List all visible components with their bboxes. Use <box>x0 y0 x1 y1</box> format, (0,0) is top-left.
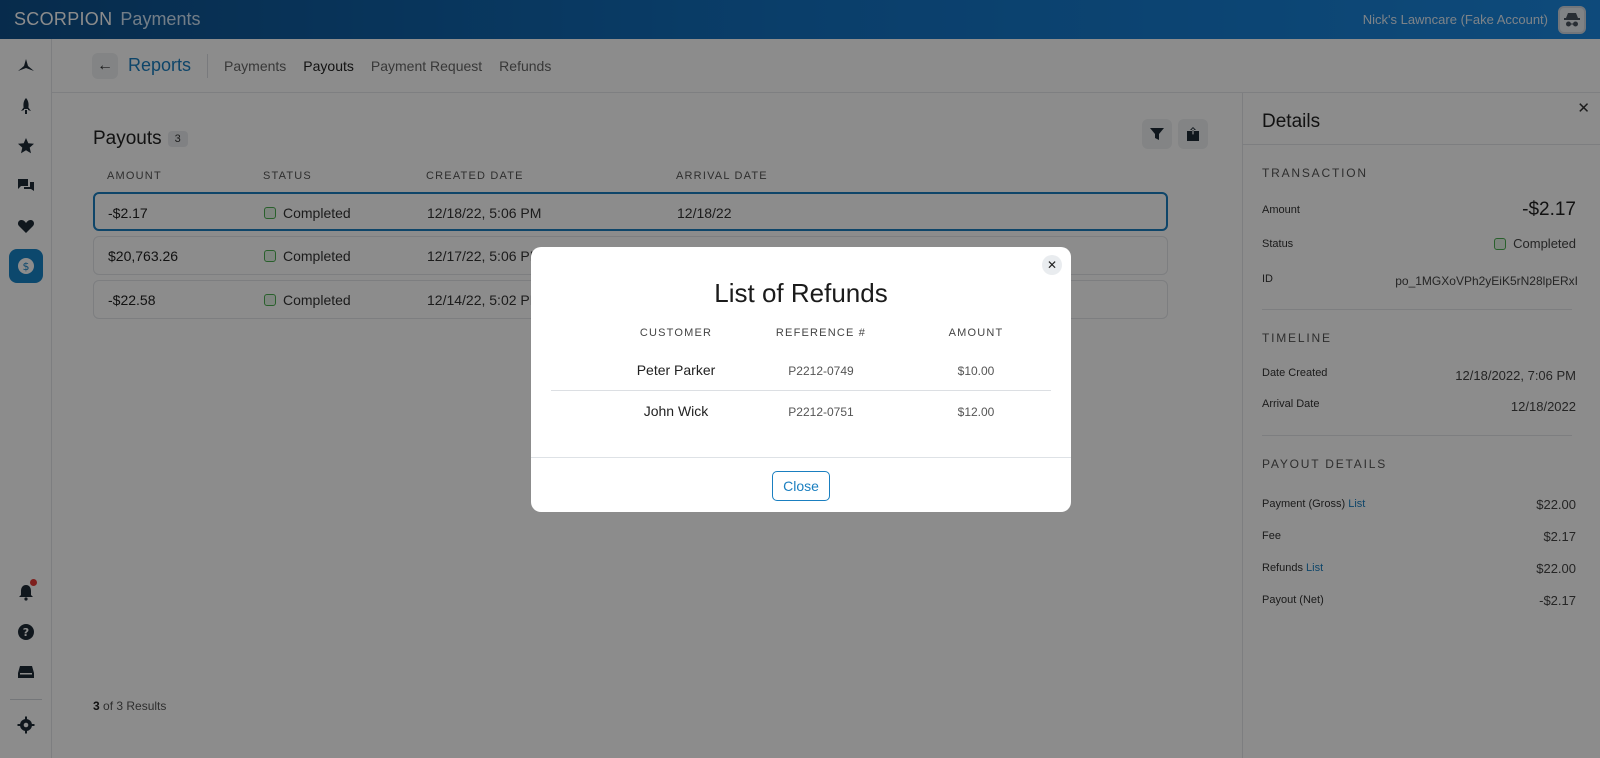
refund-customer: Peter Parker <box>636 362 716 378</box>
modal-column-customer: CUSTOMER <box>639 327 713 339</box>
refund-amount: $12.00 <box>957 405 995 419</box>
close-button[interactable]: Close <box>772 471 830 501</box>
refunds-modal: ✕ List of Refunds CUSTOMER REFERENCE # A… <box>531 247 1071 512</box>
refund-customer: John Wick <box>643 403 709 419</box>
modal-row-divider <box>551 390 1051 391</box>
refund-reference: P2212-0751 <box>788 405 854 419</box>
modal-title: List of Refunds <box>714 278 888 308</box>
modal-column-amount: AMOUNT <box>948 327 1004 339</box>
modal-close-icon[interactable]: ✕ <box>1042 255 1062 275</box>
refund-amount: $10.00 <box>957 364 995 378</box>
modal-footer-divider <box>531 457 1071 458</box>
refund-reference: P2212-0749 <box>788 364 854 378</box>
modal-column-reference: REFERENCE # <box>775 327 867 339</box>
